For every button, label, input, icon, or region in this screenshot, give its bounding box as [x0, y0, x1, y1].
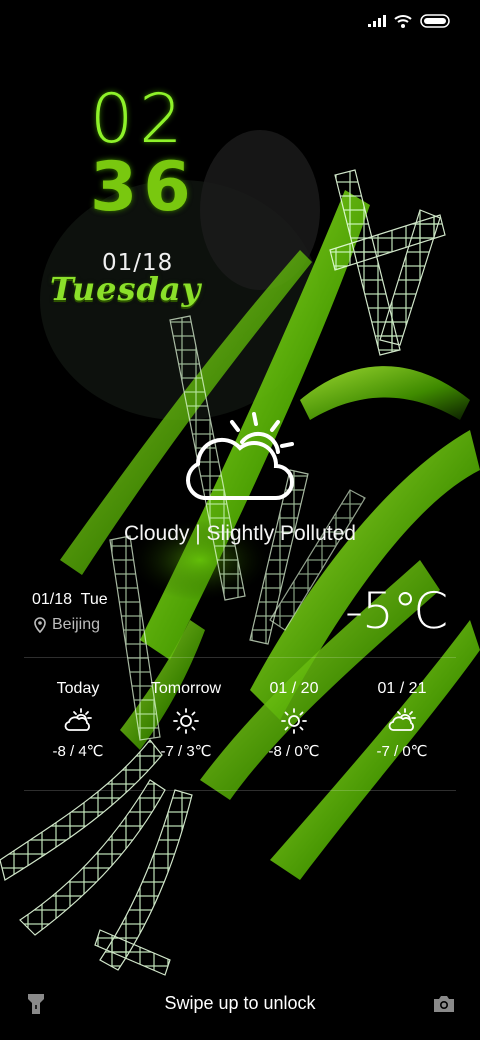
- forecast-range: -8 / 0℃: [268, 743, 320, 760]
- location-pin-icon: [34, 617, 46, 633]
- forecast-label: Today: [56, 680, 100, 697]
- weekday-name: Tuesday: [50, 270, 202, 308]
- sun-icon: [281, 708, 307, 734]
- partly-cloudy-icon: [388, 708, 416, 731]
- current-temperature: -5℃: [344, 582, 449, 640]
- lockscreen-clock: 02 36: [90, 86, 210, 222]
- weather-description: Cloudy | Slightly Polluted: [124, 522, 356, 545]
- divider: [24, 790, 456, 791]
- forecast-label: 01 / 20: [269, 680, 319, 697]
- status-bar: [368, 14, 450, 28]
- partly-cloudy-icon: [64, 708, 92, 731]
- city-name: Beijing: [52, 616, 101, 633]
- wifi-icon: [394, 15, 412, 28]
- weather-date: 01/18 Tue: [32, 591, 108, 608]
- battery-icon: [420, 14, 450, 28]
- clock-minutes: 36: [90, 148, 197, 227]
- forecast-day: 01 / 20 -8 / 0℃: [244, 680, 344, 760]
- swipe-to-unlock-hint[interactable]: Swipe up to unlock: [0, 993, 480, 1014]
- forecast-day: Today -8 / 4℃: [28, 680, 128, 760]
- clock-hours: 02: [90, 80, 189, 159]
- partly-cloudy-icon: [186, 412, 294, 500]
- sun-icon: [173, 708, 199, 734]
- forecast-label: 01 / 21: [377, 680, 427, 697]
- weather-location: Beijing: [34, 616, 100, 634]
- signal-icon: [368, 15, 386, 27]
- forecast-range: -7 / 3℃: [160, 743, 212, 760]
- forecast-range: -8 / 4℃: [52, 743, 104, 760]
- camera-icon[interactable]: [432, 994, 456, 1014]
- forecast-day: 01 / 21 -7 / 0℃: [352, 680, 452, 760]
- forecast-range: -7 / 0℃: [376, 743, 428, 760]
- wallpaper: [0, 0, 480, 1040]
- forecast-row: Today -8 / 4℃ Tomorrow -7 / 3℃ 01 / 20 -…: [0, 680, 480, 760]
- forecast-day: Tomorrow -7 / 3℃: [136, 680, 236, 760]
- forecast-label: Tomorrow: [150, 680, 222, 697]
- divider: [24, 657, 456, 658]
